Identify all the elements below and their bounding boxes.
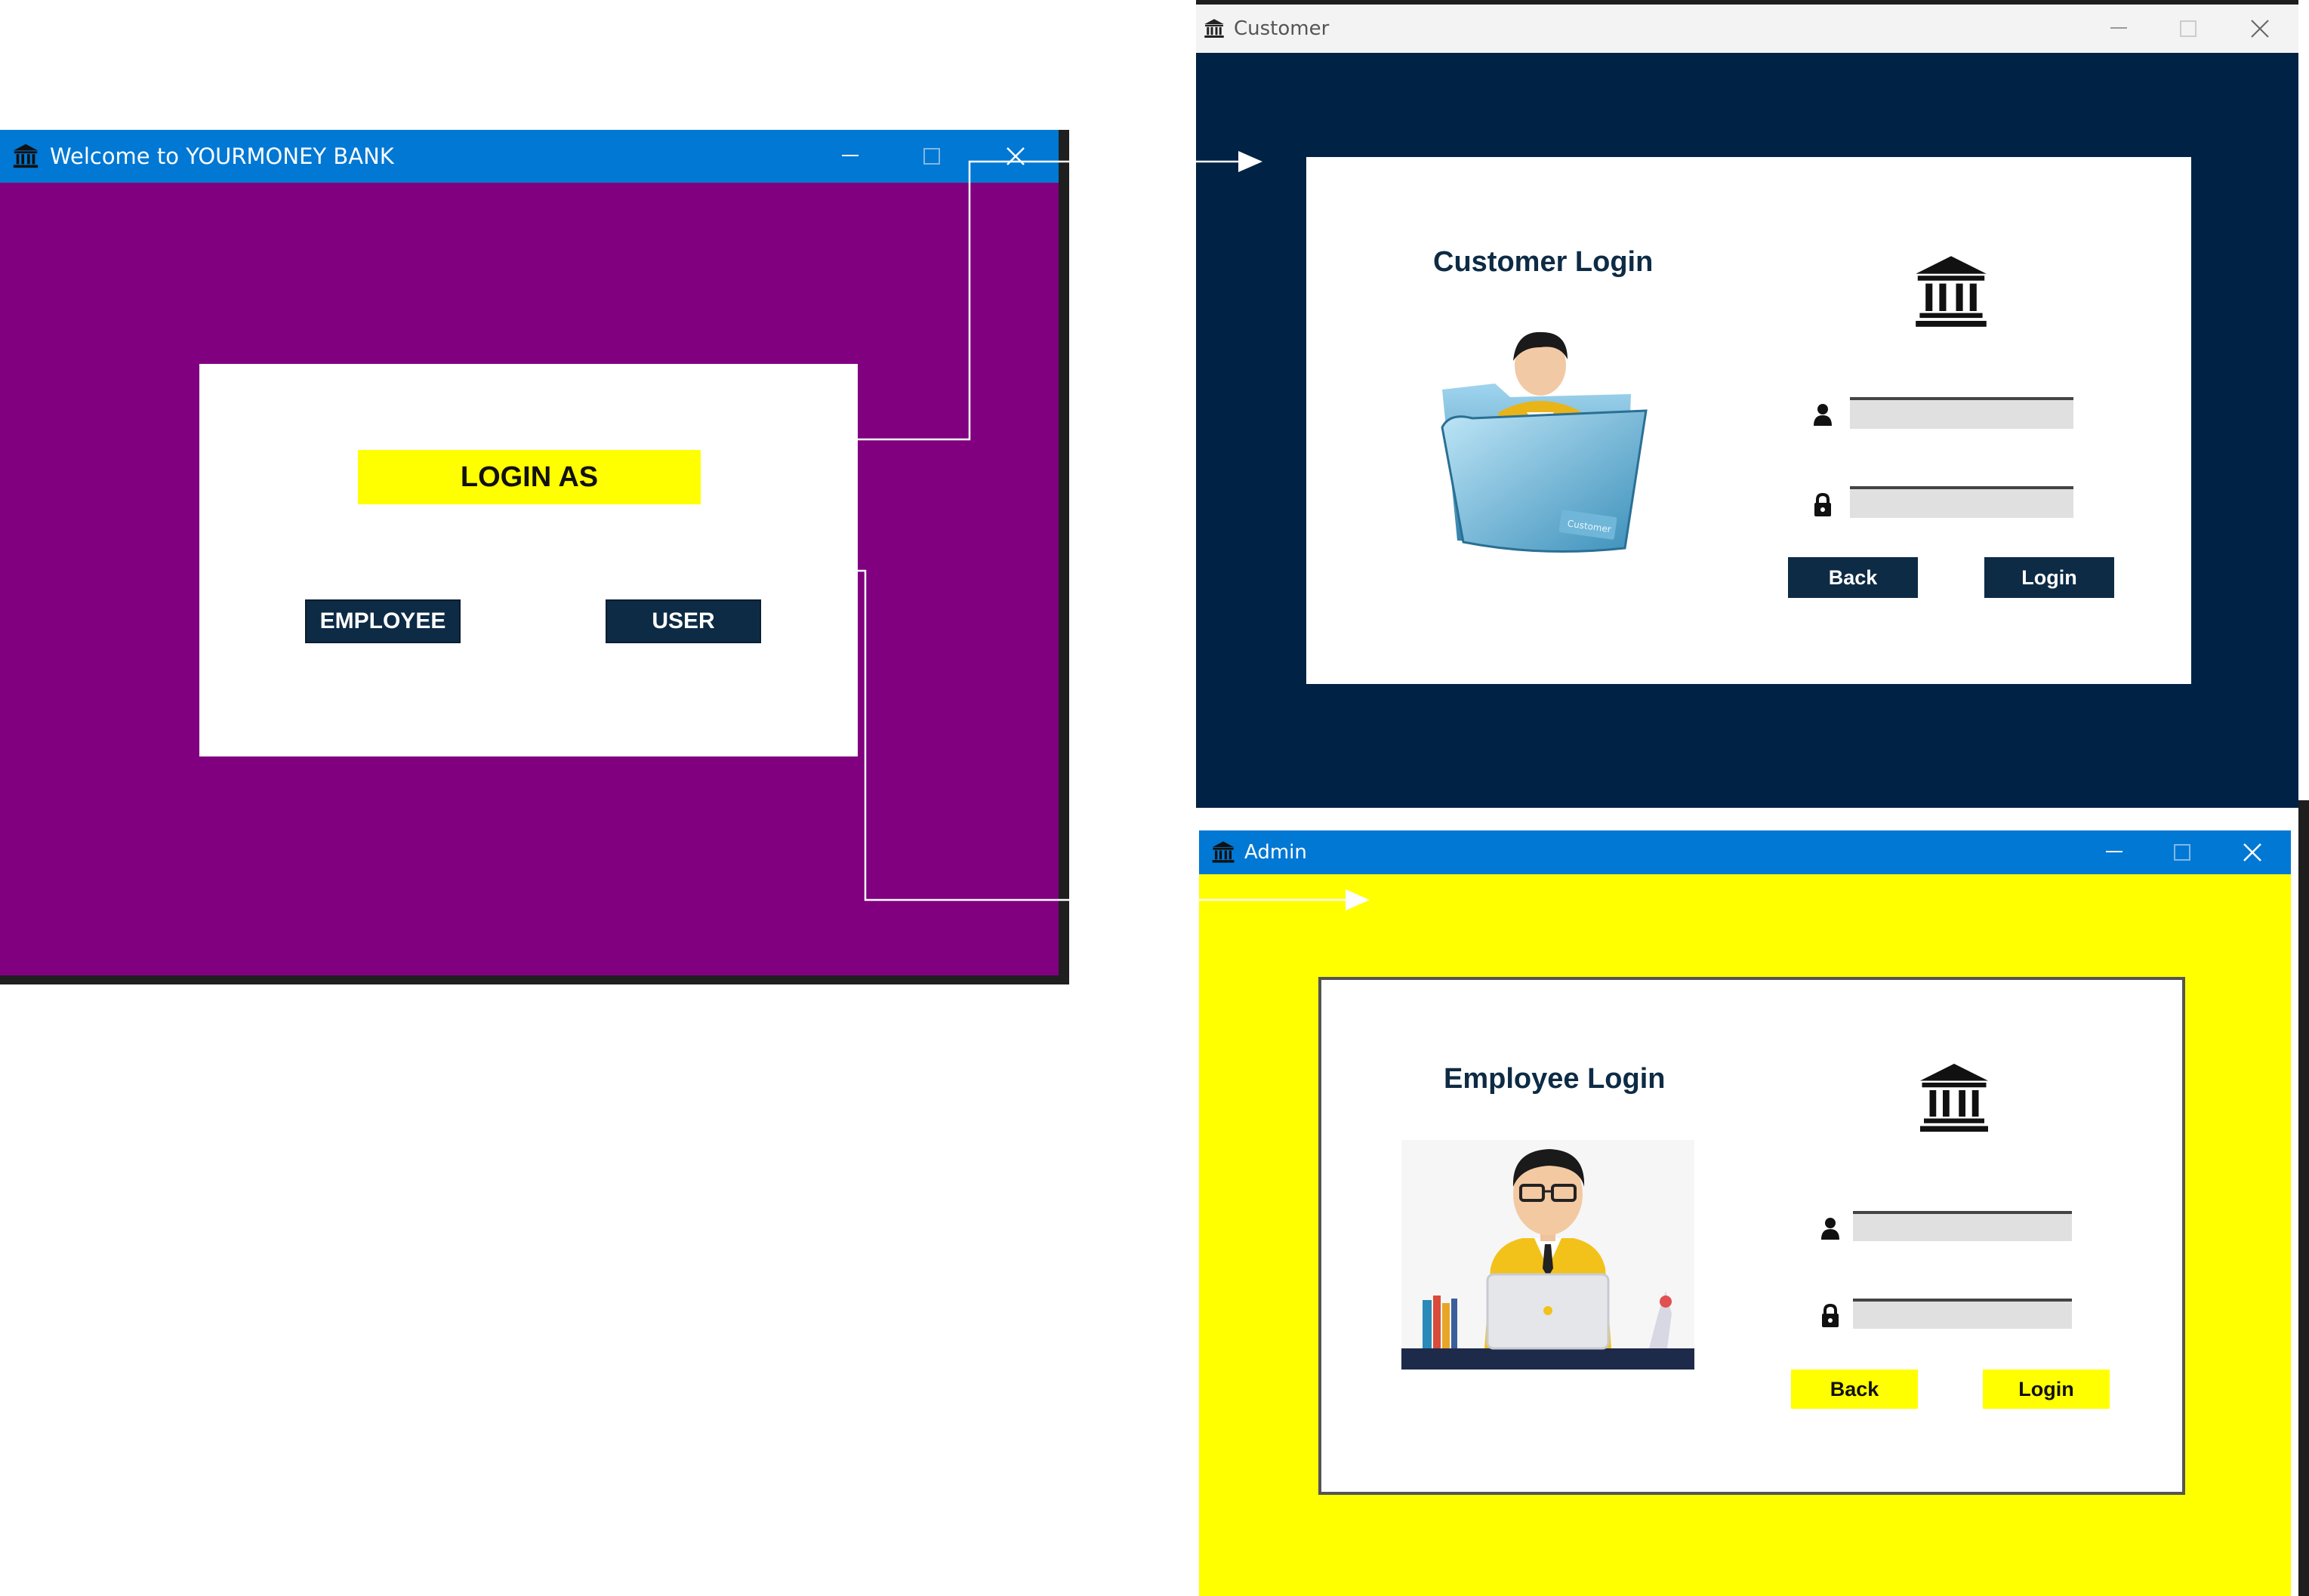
flow-connectors xyxy=(858,151,1370,910)
arrow-icon xyxy=(1238,151,1262,172)
connector-line xyxy=(858,160,1069,441)
connector-line xyxy=(858,569,1069,901)
canvas: Welcome to YOURMONEY BANK LOGIN AS EMPLO… xyxy=(0,0,2309,1596)
arrow-icon xyxy=(1346,889,1370,910)
